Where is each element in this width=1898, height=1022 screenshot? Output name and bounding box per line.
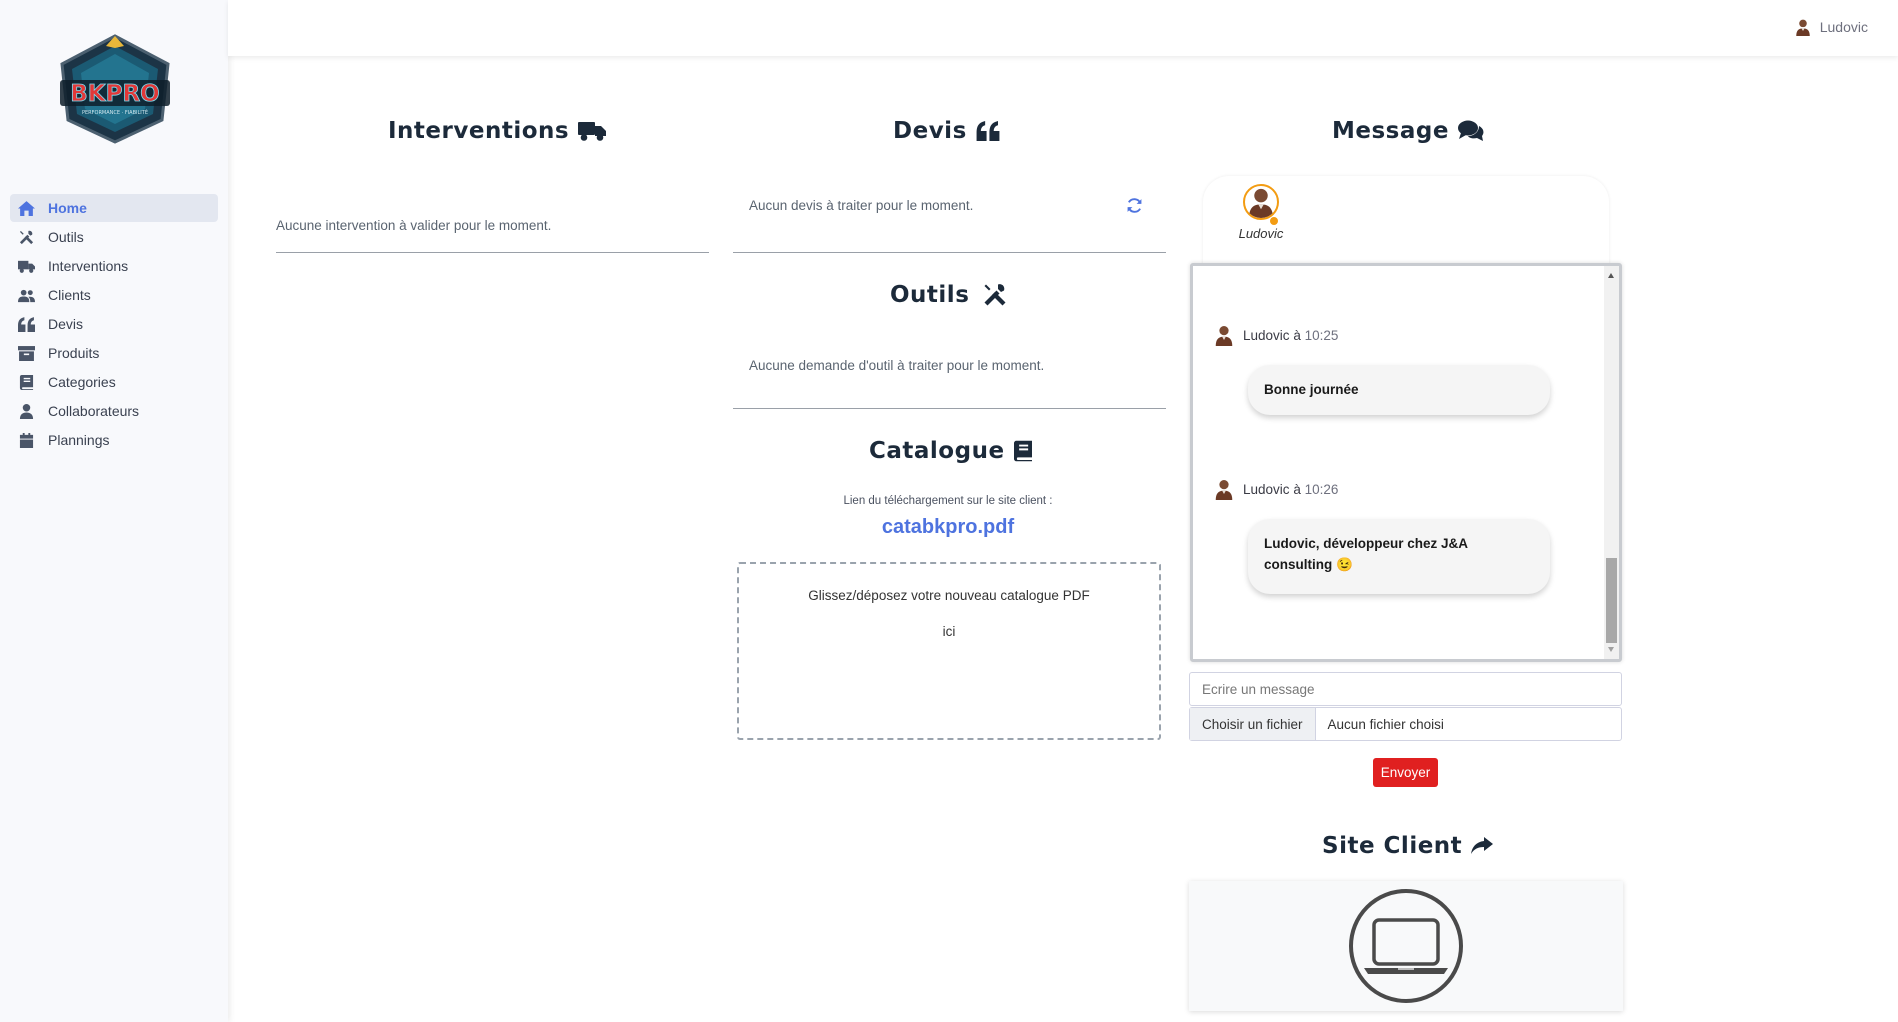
message-meta: Ludovic à 10:26: [1213, 478, 1338, 500]
catalogue-file-link[interactable]: catabkpro.pdf: [732, 516, 1164, 539]
truck-icon: [16, 258, 36, 274]
avatar-icon: [1213, 478, 1235, 500]
sidebar-item-label: Categories: [48, 374, 116, 390]
tools-icon: [983, 283, 1007, 307]
comments-icon: [1457, 120, 1484, 142]
sidebar-item-home[interactable]: Home: [10, 194, 218, 222]
interventions-title: Interventions: [388, 118, 570, 144]
sidebar-item-collaborateurs[interactable]: Collaborateurs: [10, 397, 218, 425]
truck-icon: [578, 120, 607, 142]
sidebar-item-label: Clients: [48, 287, 91, 303]
quote-icon: [16, 316, 36, 332]
site-client-card[interactable]: [1189, 881, 1623, 1011]
message-bubble: Bonne journée: [1248, 365, 1550, 415]
chat-window[interactable]: Ludovic à 10:25 Bonne journée Ludovic à …: [1190, 263, 1622, 662]
sidebar-item-label: Plannings: [48, 432, 110, 448]
user-icon: [16, 403, 36, 419]
message-time: 10:25: [1304, 327, 1339, 343]
home-icon: [16, 200, 36, 216]
message-bubble: Ludovic, développeur chez J&A consulting…: [1248, 519, 1550, 594]
message-title: Message: [1332, 118, 1449, 144]
devis-empty: Aucun devis à traiter pour le moment.: [749, 198, 974, 213]
catalogue-title: Catalogue: [869, 438, 1005, 464]
message-heading: Message: [1332, 118, 1484, 144]
message-time: 10:26: [1304, 481, 1339, 497]
send-button[interactable]: Envoyer: [1373, 758, 1438, 787]
message-meta: Ludovic à 10:25: [1213, 324, 1338, 346]
book-icon: [16, 374, 36, 390]
sidebar-nav: Home Outils Interventions Clients Devis …: [10, 194, 218, 455]
file-name-text: Aucun fichier choisi: [1327, 716, 1444, 732]
online-status-dot: [1269, 216, 1279, 226]
sidebar-item-label: Produits: [48, 345, 100, 361]
contact-avatar: [1243, 184, 1279, 220]
sidebar-item-devis[interactable]: Devis: [10, 310, 218, 338]
contact-item[interactable]: Ludovic: [1230, 184, 1292, 241]
logo-text: BKPRO: [70, 81, 159, 107]
user-menu[interactable]: Ludovic: [1794, 18, 1868, 36]
sidebar-item-produits[interactable]: Produits: [10, 339, 218, 367]
message-sep: à: [1293, 481, 1301, 497]
bkpro-logo[interactable]: BKPRO PERFORMANCE · FIABILITÉ: [56, 34, 174, 144]
catalogue-download-label: Lien du téléchargement sur le site clien…: [843, 495, 1053, 507]
interventions-empty: Aucune intervention à valider pour le mo…: [276, 218, 552, 233]
user-avatar-icon: [1794, 18, 1812, 36]
choose-file-button[interactable]: Choisir un fichier: [1190, 708, 1316, 740]
chat-scrollbar[interactable]: [1604, 266, 1619, 659]
interventions-heading: Interventions: [388, 118, 607, 144]
dropzone-text: Glissez/déposez votre nouveau catalogue …: [808, 588, 1090, 603]
sidebar-item-categories[interactable]: Categories: [10, 368, 218, 396]
share-arrow-icon: [1471, 837, 1494, 855]
outils-heading: Outils: [890, 282, 1007, 308]
outils-title: Outils: [890, 282, 970, 308]
scroll-down-arrow-icon[interactable]: [1608, 647, 1614, 652]
message-text: Ludovic, développeur chez J&A consulting…: [1264, 536, 1468, 572]
devis-heading: Devis: [893, 118, 1000, 144]
message-author: Ludovic: [1243, 481, 1290, 497]
message-input[interactable]: [1189, 672, 1622, 706]
logo-subtitle: PERFORMANCE · FIABILITÉ: [82, 108, 148, 116]
sidebar-item-label: Interventions: [48, 258, 129, 274]
devis-divider: [733, 252, 1166, 253]
scroll-thumb[interactable]: [1606, 558, 1617, 643]
site-client-title: Site Client: [1322, 833, 1463, 859]
book-icon: [1013, 440, 1032, 462]
catalogue-heading: Catalogue: [869, 438, 1032, 464]
contact-list: Ludovic: [1203, 176, 1609, 266]
topbar: Ludovic: [228, 0, 1898, 56]
interventions-divider: [276, 252, 709, 253]
users-icon: [16, 287, 36, 303]
sidebar-item-label: Home: [48, 200, 87, 216]
sidebar-item-label: Outils: [48, 229, 84, 245]
outils-divider: [733, 408, 1166, 409]
tools-icon: [16, 229, 36, 245]
sidebar-item-outils[interactable]: Outils: [10, 223, 218, 251]
sidebar-item-interventions[interactable]: Interventions: [10, 252, 218, 280]
scroll-up-arrow-icon[interactable]: [1608, 273, 1614, 278]
user-name: Ludovic: [1819, 19, 1868, 35]
message-sep: à: [1293, 327, 1301, 343]
sidebar-item-label: Collaborateurs: [48, 403, 140, 419]
file-input[interactable]: Choisir un fichier Aucun fichier choisi: [1189, 707, 1622, 741]
site-client-heading: Site Client: [1322, 833, 1494, 859]
outils-empty: Aucune demande d'outil à traiter pour le…: [749, 358, 1045, 373]
contact-name: Ludovic: [1238, 226, 1284, 241]
devis-title: Devis: [893, 118, 967, 144]
message-author: Ludovic: [1243, 327, 1290, 343]
dropzone-text-suffix: ici: [942, 624, 956, 639]
sidebar-item-clients[interactable]: Clients: [10, 281, 218, 309]
refresh-icon[interactable]: [1126, 197, 1143, 214]
catalogue-dropzone[interactable]: Glissez/déposez votre nouveau catalogue …: [737, 562, 1161, 740]
message-text: Bonne journée: [1264, 382, 1359, 397]
archive-icon: [16, 345, 36, 361]
sidebar: BKPRO PERFORMANCE · FIABILITÉ Home Outil…: [0, 0, 228, 1022]
avatar-icon: [1213, 324, 1235, 346]
quote-icon: [976, 121, 1000, 141]
sidebar-item-label: Devis: [48, 316, 84, 332]
sidebar-item-plannings[interactable]: Plannings: [10, 426, 218, 454]
calendar-icon: [16, 432, 36, 448]
laptop-icon: [1349, 889, 1463, 1003]
avatar-icon: [1245, 186, 1277, 218]
